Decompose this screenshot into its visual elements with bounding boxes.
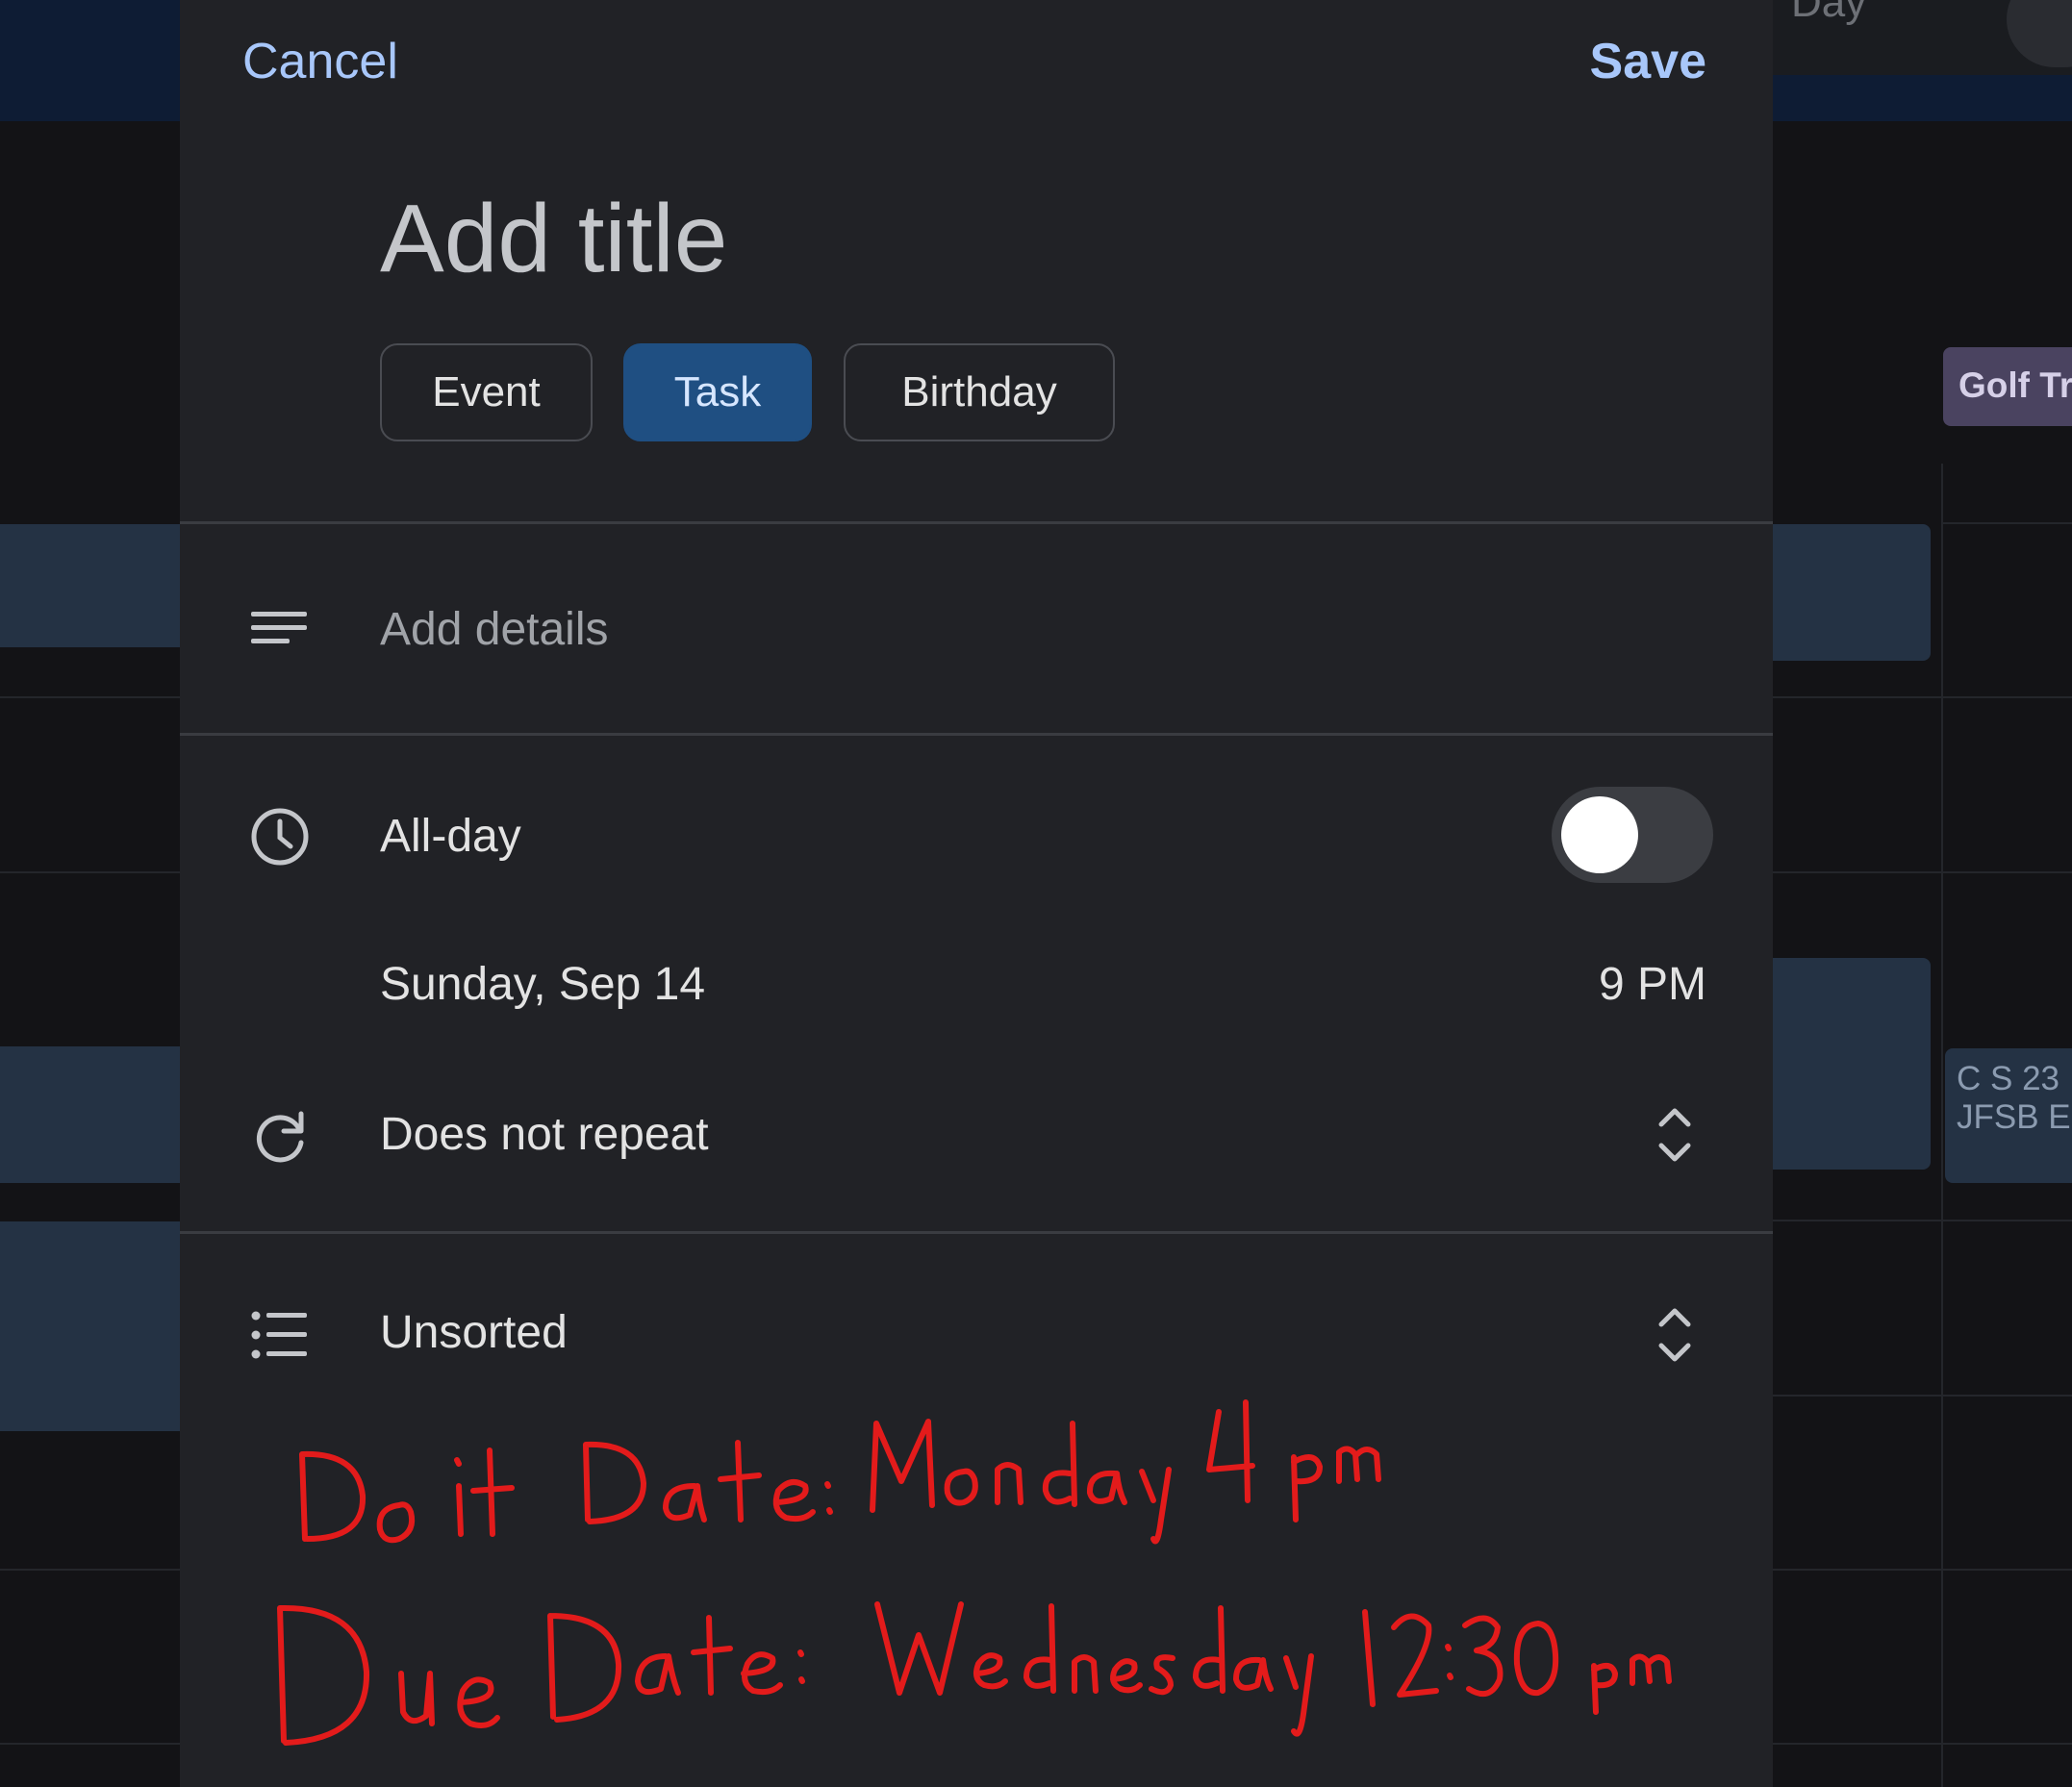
chevron-up-down-icon[interactable] bbox=[1652, 1101, 1698, 1169]
title-input[interactable] bbox=[380, 181, 1534, 296]
hour-gridline bbox=[1773, 696, 2072, 698]
calendar-event-block[interactable] bbox=[1773, 524, 1931, 661]
hour-gridline bbox=[1773, 871, 2072, 873]
hour-gridline bbox=[0, 871, 180, 873]
clock-icon bbox=[251, 808, 309, 866]
handwritten-annotation bbox=[277, 1399, 1672, 1746]
details-field[interactable]: Add details bbox=[380, 603, 609, 656]
section-divider bbox=[180, 521, 1773, 524]
calendar-header-background bbox=[0, 0, 180, 121]
all-day-toggle[interactable] bbox=[1552, 787, 1713, 883]
calendar-event-block[interactable] bbox=[0, 1221, 180, 1431]
calendar-event-block[interactable] bbox=[0, 524, 180, 647]
section-divider bbox=[180, 733, 1773, 736]
time-field[interactable]: 9 PM bbox=[1599, 958, 1706, 1011]
calendar-screen: Day Golf Tr C S 23 JFSB E Cancel Save Ev… bbox=[0, 0, 2072, 1787]
day-column-divider bbox=[1941, 464, 1943, 1787]
class-event-title: C S 23 bbox=[1957, 1060, 2059, 1097]
hour-gridline bbox=[0, 1743, 180, 1745]
hour-gridline bbox=[1773, 1569, 2072, 1571]
hour-gridline bbox=[1773, 1395, 2072, 1397]
toggle-knob bbox=[1561, 796, 1638, 873]
hour-gridline bbox=[1773, 1743, 2072, 1745]
repeat-icon bbox=[256, 1111, 304, 1163]
class-event-location: JFSB E bbox=[1957, 1098, 2071, 1136]
event-type-chip[interactable]: Event bbox=[380, 343, 593, 441]
calendar-event-block[interactable] bbox=[1773, 958, 1931, 1170]
birthday-type-chip[interactable]: Birthday bbox=[844, 343, 1115, 441]
section-divider bbox=[180, 1231, 1773, 1234]
new-task-sheet: Cancel Save Event Task Birthday Add deta… bbox=[180, 0, 1773, 1787]
save-button[interactable]: Save bbox=[1590, 33, 1706, 90]
hour-gridline bbox=[0, 1569, 180, 1571]
date-field[interactable]: Sunday, Sep 14 bbox=[380, 958, 705, 1011]
class-event-chip[interactable]: C S 23 JFSB E bbox=[1945, 1048, 2072, 1183]
golf-event-chip[interactable]: Golf Tr bbox=[1943, 347, 2072, 426]
hour-gridline bbox=[1773, 1220, 2072, 1221]
notes-icon bbox=[251, 612, 307, 643]
task-type-chip[interactable]: Task bbox=[623, 343, 812, 441]
calendar-header-bar bbox=[1773, 75, 2072, 121]
hour-gridline bbox=[1941, 522, 2072, 524]
calendar-event-block[interactable] bbox=[0, 1046, 180, 1183]
hour-gridline bbox=[0, 696, 180, 698]
cancel-button[interactable]: Cancel bbox=[242, 33, 398, 90]
view-mode-label[interactable]: Day bbox=[1791, 0, 1866, 27]
all-day-label: All-day bbox=[380, 811, 521, 862]
repeat-selector[interactable]: Does not repeat bbox=[380, 1108, 709, 1161]
